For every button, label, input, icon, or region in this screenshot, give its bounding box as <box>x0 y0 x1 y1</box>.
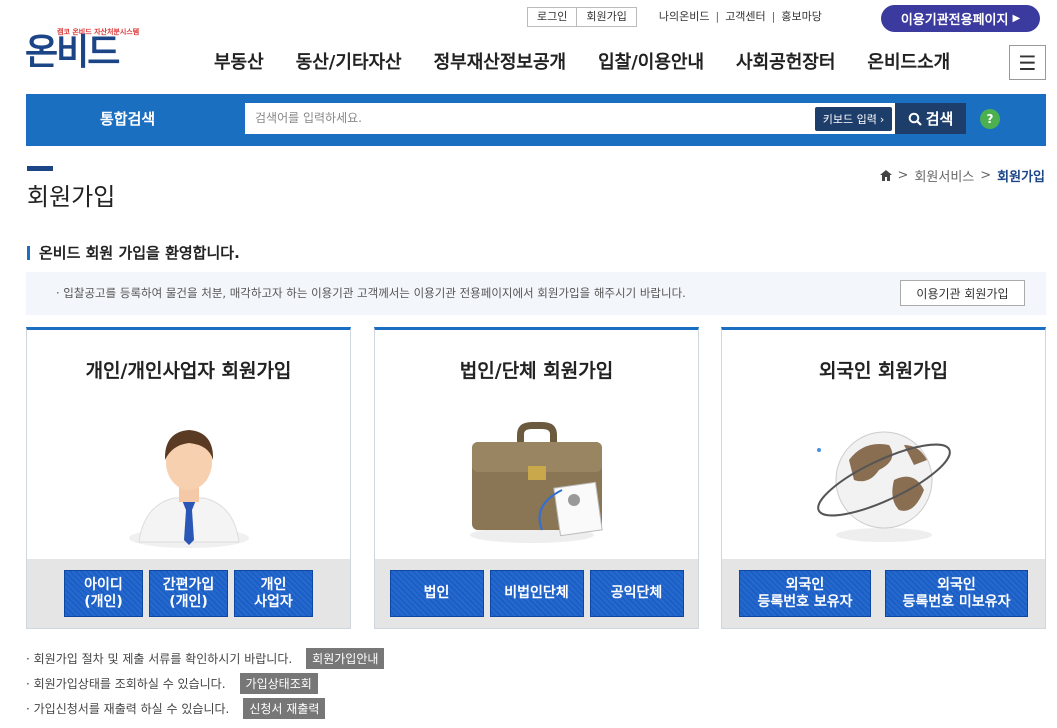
search-title: 통합검색 <box>100 110 156 128</box>
note-text: · 회원가입 절차 및 제출 서류를 확인하시기 바랍니다. <box>26 652 293 666</box>
id-individual-button[interactable]: 아이디 (개인) <box>64 570 143 617</box>
globe-icon <box>816 431 951 542</box>
logo[interactable]: 캠코 온비드 자산처분시스템 온비드 <box>25 25 139 75</box>
unincorporated-group-button[interactable]: 비법인단체 <box>489 570 584 617</box>
foreigner-registered-button[interactable]: 외국인 등록번호 보유자 <box>739 570 871 617</box>
search-input[interactable]: 검색어를 입력하세요. <box>245 103 895 134</box>
foreigner-unregistered-button[interactable]: 외국인 등록번호 미보유자 <box>885 570 1028 617</box>
search-button[interactable]: 검색 <box>895 103 966 134</box>
search-button-label: 검색 <box>925 110 954 128</box>
util-links: 나의온비드 | 고객센터 | 홍보마당 <box>653 8 828 26</box>
nav-real-estate[interactable]: 부동산 <box>214 48 264 74</box>
card-title: 개인/개인사업자 회원가입 <box>85 360 292 382</box>
main-nav: 부동산 동산/기타자산 정부재산정보공개 입찰/이용안내 사회공헌장터 온비드소… <box>214 48 950 74</box>
note-item: · 회원가입상태를 조회하실 수 있습니다. 가입상태조회 <box>26 671 384 696</box>
card-buttons: 외국인 등록번호 보유자 외국인 등록번호 미보유자 <box>722 559 1045 628</box>
promo-link[interactable]: 홍보마당 <box>775 8 827 26</box>
org-page-button[interactable]: 이용기관전용페이지 ▶ <box>881 5 1040 32</box>
nav-social-market[interactable]: 사회공헌장터 <box>736 48 835 74</box>
reprint-application-button[interactable]: 신청서 재출력 <box>243 698 326 719</box>
corporation-button[interactable]: 법인 <box>389 570 484 617</box>
triangle-right-icon: ▶ <box>1012 13 1021 24</box>
login-link[interactable]: 로그인 <box>528 8 576 26</box>
note-item: · 회원가입 절차 및 제출 서류를 확인하시기 바랍니다. 회원가입안내 <box>26 646 385 671</box>
search-bar: 통합검색 검색어를 입력하세요. 키보드 입력 › 검색 ? <box>26 94 1046 146</box>
hamburger-menu-button[interactable]: ☰ <box>1009 45 1046 80</box>
signup-link[interactable]: 회원가입 <box>576 8 635 26</box>
org-join-button[interactable]: 이용기관 회원가입 <box>900 280 1025 306</box>
breadcrumb-separator: > <box>980 168 992 183</box>
public-interest-group-button[interactable]: 공익단체 <box>589 570 684 617</box>
keyboard-input-button[interactable]: 키보드 입력 › <box>815 107 892 131</box>
breadcrumb-item[interactable]: 회원서비스 <box>914 166 974 185</box>
sole-proprietor-button[interactable]: 개인 사업자 <box>234 570 313 617</box>
signup-guide-button[interactable]: 회원가입안내 <box>306 648 385 669</box>
nav-gov-property[interactable]: 정부재산정보공개 <box>434 48 566 74</box>
my-onbid-link[interactable]: 나의온비드 <box>653 8 716 26</box>
note-item: · 가입신청서를 재출력 하실 수 있습니다. 신청서 재출력 <box>26 696 384 721</box>
auth-links: 로그인 회원가입 <box>527 7 637 27</box>
welcome-heading: 온비드 회원 가입을 환영합니다. <box>27 242 240 263</box>
customer-center-link[interactable]: 고객센터 <box>719 8 771 26</box>
home-icon[interactable] <box>879 170 892 181</box>
note-text: · 가입신청서를 재출력 하실 수 있습니다. <box>26 702 230 716</box>
nav-about[interactable]: 온비드소개 <box>867 48 950 74</box>
chevron-right-icon: › <box>879 112 885 126</box>
search-icon <box>908 112 922 126</box>
breadcrumb-separator: > <box>897 168 909 183</box>
card-buttons: 법인 비법인단체 공익단체 <box>375 559 698 628</box>
org-page-label: 이용기관전용페이지 <box>900 13 1009 28</box>
card-buttons: 아이디 (개인) 간편가입 (개인) 개인 사업자 <box>27 559 350 628</box>
simple-signup-button[interactable]: 간편가입 (개인) <box>149 570 228 617</box>
card-title: 외국인 회원가입 <box>819 360 948 382</box>
page-title: 회원가입 <box>27 183 116 211</box>
footer-notes: · 회원가입 절차 및 제출 서류를 확인하시기 바랍니다. 회원가입안내 · … <box>26 646 385 721</box>
help-icon[interactable]: ? <box>980 109 1000 129</box>
signup-status-button[interactable]: 가입상태조회 <box>239 673 318 694</box>
breadcrumb: > 회원서비스 > 회원가입 <box>879 166 1045 185</box>
utility-bar: 로그인 회원가입 나의온비드 | 고객센터 | 홍보마당 <box>527 7 828 27</box>
foreigner-signup-card: 외국인 회원가입 외국인 등록번호 보유자 외국인 등록번호 미보유자 <box>721 327 1046 629</box>
nav-bid-guide[interactable]: 입찰/이용안내 <box>598 48 704 74</box>
hamburger-icon: ☰ <box>1018 50 1037 75</box>
breadcrumb-current: 회원가입 <box>997 170 1045 185</box>
corporate-signup-card: 법인/단체 회원가입 법인 비법인단체 공익단체 <box>374 327 699 629</box>
notice-text: · 입찰공고를 등록하여 물건을 처분, 매각하고자 하는 이용기관 고객께서는… <box>56 286 686 300</box>
person-icon <box>128 430 249 548</box>
title-accent <box>27 166 53 171</box>
card-title: 법인/단체 회원가입 <box>459 360 614 382</box>
logo-text: 온비드 <box>25 32 120 73</box>
briefcase-icon <box>469 422 603 543</box>
note-text: · 회원가입상태를 조회하실 수 있습니다. <box>26 677 226 691</box>
individual-signup-card: 개인/개인사업자 회원가입 아이디 (개인) 간편가입 (개인) 개인 사업자 <box>26 327 351 629</box>
nav-movables[interactable]: 동산/기타자산 <box>296 48 402 74</box>
keyboard-input-label: 키보드 입력 <box>822 113 877 126</box>
notice-box: · 입찰공고를 등록하여 물건을 처분, 매각하고자 하는 이용기관 고객께서는… <box>26 272 1046 315</box>
